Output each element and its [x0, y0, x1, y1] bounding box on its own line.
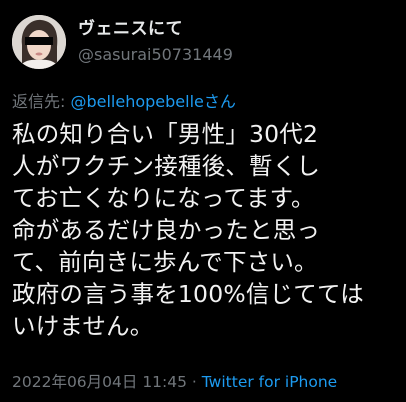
user-handle[interactable]: @sasurai50731449	[78, 45, 233, 65]
tweet-timestamp[interactable]: 2022年06月04日 11:45	[12, 373, 187, 391]
tweet-header: ヴェニスにて @sasurai50731449	[12, 10, 394, 74]
reply-prefix: 返信先:	[12, 92, 71, 111]
tweet-text-line: 政府の言う事を100%信じてては	[12, 280, 364, 308]
reply-to-line: 返信先: @bellehopebelleさん	[12, 88, 394, 112]
display-name[interactable]: ヴェニスにて	[78, 19, 233, 40]
tweet-card: ヴェニスにて @sasurai50731449 返信先: @bellehopeb…	[0, 0, 406, 402]
tweet-source-link[interactable]: Twitter for iPhone	[202, 373, 337, 391]
tweet-text: 私の知り合い「男性」30代2 人がワクチン接種後、暫くし てお亡くなりになってま…	[12, 118, 394, 342]
author-names: ヴェニスにて @sasurai50731449	[78, 19, 233, 64]
profile-photo-icon[interactable]	[12, 15, 66, 69]
tweet-text-line: 人がワクチン接種後、暫くし	[12, 152, 321, 180]
tweet-text-line: て、前向きに歩んで下さい。	[12, 248, 318, 276]
tweet-meta: 2022年06月04日 11:45 · Twitter for iPhone	[12, 370, 337, 392]
tweet-text-line: いけません。	[12, 312, 154, 340]
meta-separator: ·	[187, 373, 202, 391]
reply-suffix: さん	[203, 92, 236, 111]
tweet-text-line: 私の知り合い「男性」30代2	[12, 120, 319, 148]
reply-mention-link[interactable]: @bellehopebelle	[70, 92, 203, 111]
tweet-text-line: 命があるだけ良かったと思っ	[12, 216, 321, 244]
tweet-text-line: てお亡くなりになってます。	[12, 184, 315, 212]
